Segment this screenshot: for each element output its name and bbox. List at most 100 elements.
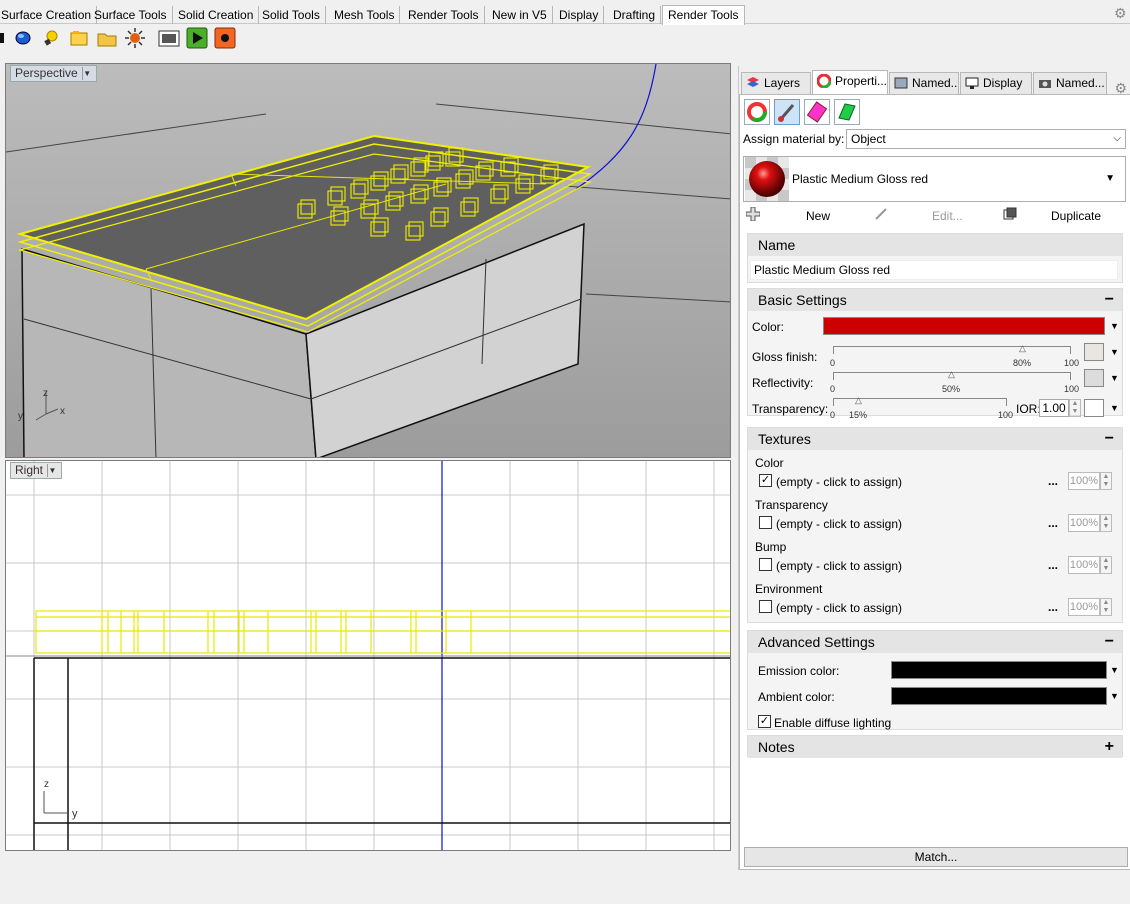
- caret-down-icon[interactable]: ▼: [1110, 373, 1119, 383]
- transparency-max: 100: [998, 410, 1014, 420]
- match-button[interactable]: Match...: [744, 847, 1128, 867]
- texture-enable-checkbox[interactable]: [759, 516, 772, 529]
- tab-display[interactable]: Display: [960, 72, 1032, 94]
- transparency-label: Transparency:: [752, 402, 829, 416]
- texture-amount-input[interactable]: 100%: [1068, 472, 1100, 490]
- advanced-settings-header[interactable]: Advanced Settings −: [748, 631, 1122, 653]
- render-window-icon[interactable]: [158, 27, 180, 49]
- texture-amount-spinner[interactable]: ▲ ▼: [1100, 598, 1112, 616]
- slider-thumb-icon[interactable]: △: [855, 396, 865, 405]
- subtab-material[interactable]: [774, 99, 800, 125]
- ior-label: IOR:: [1016, 402, 1041, 416]
- texture-browse-button[interactable]: ...: [1048, 474, 1058, 488]
- texture-amount-input[interactable]: 100%: [1068, 514, 1100, 532]
- edit-button[interactable]: Edit...: [932, 209, 963, 223]
- ior-spinner[interactable]: ▲ ▼: [1069, 399, 1081, 417]
- sphere-icon[interactable]: [12, 27, 34, 49]
- caret-down-icon[interactable]: ▼: [1110, 321, 1119, 331]
- tab-mesh-tools[interactable]: Mesh Tools: [329, 6, 401, 24]
- subtab-texture-mapping[interactable]: [804, 99, 830, 125]
- chevron-down-icon[interactable]: ▼: [47, 464, 57, 477]
- new-material-icon[interactable]: [745, 206, 761, 222]
- texture-assign-link[interactable]: (empty - click to assign): [776, 559, 902, 573]
- tab-named-snapshots[interactable]: Named...: [1033, 72, 1107, 94]
- texture-browse-button[interactable]: ...: [1048, 558, 1058, 572]
- sun-icon[interactable]: [124, 27, 146, 49]
- basic-settings-header[interactable]: Basic Settings −: [748, 289, 1122, 311]
- texture-assign-link[interactable]: (empty - click to assign): [776, 517, 902, 531]
- ambient-color-swatch[interactable]: [891, 687, 1107, 705]
- texture-amount-spinner[interactable]: ▲ ▼: [1100, 472, 1112, 490]
- caret-down-icon[interactable]: ▼: [1110, 403, 1119, 413]
- gear-icon[interactable]: ⚙: [1114, 6, 1128, 20]
- diffuse-lighting-checkbox[interactable]: ✓: [758, 715, 771, 728]
- toolbar-tab-bar: Surface Creation Surface Tools Solid Cre…: [0, 0, 1130, 25]
- expand-icon[interactable]: +: [1105, 736, 1114, 758]
- textures-header[interactable]: Textures −: [748, 428, 1122, 450]
- emission-color-swatch[interactable]: [891, 661, 1107, 679]
- right-viewport[interactable]: z y Right ▼: [5, 460, 731, 851]
- tab-surface-creation[interactable]: Surface Creation: [0, 6, 98, 24]
- color-swatch[interactable]: [823, 317, 1105, 335]
- new-button[interactable]: New: [806, 209, 830, 223]
- caret-down-icon[interactable]: ▼: [1110, 665, 1119, 675]
- tab-render-tools-active[interactable]: Render Tools: [662, 5, 745, 25]
- slider-thumb-icon[interactable]: △: [948, 370, 958, 379]
- material-selector[interactable]: Plastic Medium Gloss red ▼: [743, 156, 1126, 202]
- tab-solid-tools[interactable]: Solid Tools: [257, 6, 326, 24]
- tab-drafting[interactable]: Drafting: [608, 6, 662, 24]
- texture-browse-button[interactable]: ...: [1048, 600, 1058, 614]
- texture-amount-spinner[interactable]: ▲ ▼: [1100, 514, 1112, 532]
- caret-down-icon[interactable]: ▼: [1110, 691, 1119, 701]
- texture-amount-spinner[interactable]: ▲ ▼: [1100, 556, 1112, 574]
- transparency-color-swatch[interactable]: [1084, 399, 1104, 417]
- texture-browse-button[interactable]: ...: [1048, 516, 1058, 530]
- slider-thumb-icon[interactable]: △: [1019, 344, 1029, 353]
- duplicate-button[interactable]: Duplicate: [1051, 209, 1101, 223]
- caret-down-icon[interactable]: ▼: [1110, 347, 1119, 357]
- assign-material-select[interactable]: Object ⌵: [846, 129, 1126, 149]
- transparency-slider[interactable]: △: [833, 396, 1007, 406]
- texture-enable-checkbox[interactable]: ✓: [759, 474, 772, 487]
- perspective-viewport[interactable]: z x y Perspective ▼: [5, 63, 731, 458]
- tab-new-in-v5[interactable]: New in V5: [487, 6, 553, 24]
- tab-display[interactable]: Display: [554, 6, 605, 24]
- viewport-label-perspective[interactable]: Perspective ▼: [10, 65, 97, 82]
- gloss-color-swatch[interactable]: [1084, 343, 1104, 361]
- gloss-slider[interactable]: △: [833, 344, 1071, 354]
- render-play-icon[interactable]: [186, 27, 208, 49]
- notes-header[interactable]: Notes +: [748, 736, 1122, 758]
- subtab-decals[interactable]: [834, 99, 860, 125]
- material-page: Assign material by: Object ⌵ Plastic Med…: [739, 94, 1130, 870]
- collapse-icon[interactable]: −: [1105, 289, 1114, 311]
- ior-input[interactable]: 1.00: [1039, 399, 1069, 417]
- reflectivity-color-swatch[interactable]: [1084, 369, 1104, 387]
- texture-slot-label: Color: [755, 456, 784, 470]
- texture-assign-link[interactable]: (empty - click to assign): [776, 601, 902, 615]
- tab-named-views[interactable]: Named...: [889, 72, 959, 94]
- perspective-scene: z x y: [6, 64, 730, 457]
- chevron-down-icon[interactable]: ▼: [81, 67, 92, 80]
- folder-icon[interactable]: [96, 27, 118, 49]
- texture-enable-checkbox[interactable]: [759, 600, 772, 613]
- gloss-min: 0: [830, 358, 836, 368]
- viewport-label-right[interactable]: Right ▼: [10, 462, 63, 479]
- tab-layers[interactable]: Layers: [741, 72, 811, 94]
- texture-amount-input[interactable]: 100%: [1068, 598, 1100, 616]
- environment-icon[interactable]: [68, 27, 90, 49]
- collapse-icon[interactable]: −: [1105, 428, 1114, 450]
- basic-settings-section: Basic Settings − Color: ▼ Gloss finish: …: [747, 288, 1123, 420]
- material-name-field[interactable]: Plastic Medium Gloss red: [750, 260, 1118, 280]
- texture-assign-link[interactable]: (empty - click to assign): [776, 475, 902, 489]
- tab-properties[interactable]: Properti...: [812, 70, 888, 94]
- tab-render-tools[interactable]: Render Tools: [403, 6, 485, 24]
- collapse-icon[interactable]: −: [1105, 631, 1114, 653]
- texture-amount-input[interactable]: 100%: [1068, 556, 1100, 574]
- light-icon[interactable]: [40, 27, 62, 49]
- render-record-icon[interactable]: [214, 27, 236, 49]
- tab-surface-tools[interactable]: Surface Tools: [89, 6, 173, 24]
- texture-enable-checkbox[interactable]: [759, 558, 772, 571]
- subtab-object[interactable]: [744, 99, 770, 125]
- tab-solid-creation[interactable]: Solid Creation: [173, 6, 260, 24]
- reflectivity-slider[interactable]: △: [833, 370, 1071, 380]
